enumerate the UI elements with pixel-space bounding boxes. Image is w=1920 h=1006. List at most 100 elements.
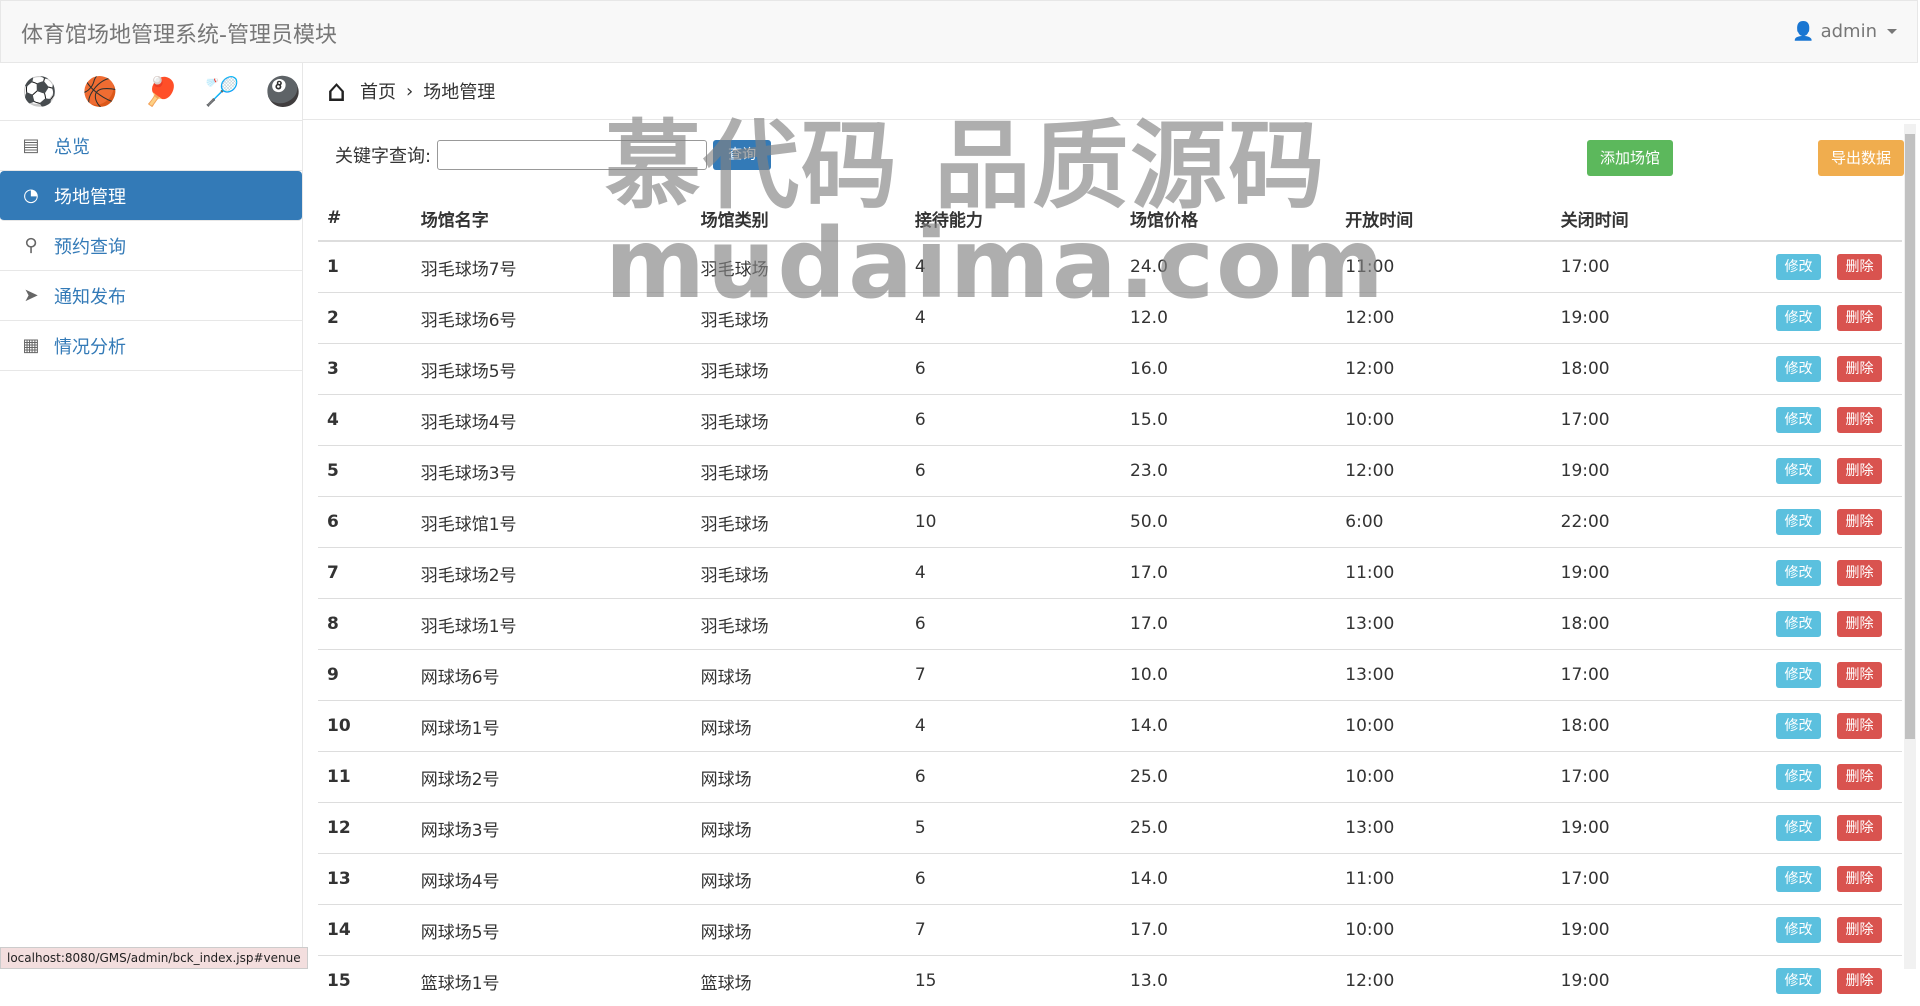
scrollbar[interactable] (1904, 124, 1916, 969)
delete-button[interactable]: 删除 (1837, 254, 1882, 280)
delete-button[interactable]: 删除 (1837, 764, 1882, 790)
cell-name: 网球场1号 (412, 701, 692, 752)
cell-close: 19:00 (1552, 803, 1767, 854)
cell-index: 11 (318, 752, 412, 803)
cell-open: 12:00 (1336, 446, 1551, 497)
sidebar-item-overview[interactable]: ▤ 总览 (0, 121, 302, 171)
cell-capacity: 10 (906, 497, 1121, 548)
cell-price: 25.0 (1121, 803, 1336, 854)
delete-button[interactable]: 删除 (1837, 305, 1882, 331)
edit-button[interactable]: 修改 (1776, 254, 1821, 280)
basketball-icon[interactable]: 🏀 (83, 78, 118, 106)
cell-actions: 修改删除 (1767, 241, 1902, 293)
cell-open: 12:00 (1336, 293, 1551, 344)
edit-button[interactable]: 修改 (1776, 866, 1821, 892)
edit-button[interactable]: 修改 (1776, 305, 1821, 331)
delete-button[interactable]: 删除 (1837, 458, 1882, 484)
cell-close: 19:00 (1552, 446, 1767, 497)
cell-price: 10.0 (1121, 650, 1336, 701)
query-bar: 关键字查询: 查询 (335, 140, 771, 170)
home-icon[interactable]: ⌂ (327, 74, 346, 109)
cell-name: 网球场2号 (412, 752, 692, 803)
cell-type: 网球场 (692, 752, 906, 803)
cell-open: 13:00 (1336, 803, 1551, 854)
cell-close: 17:00 (1552, 854, 1767, 905)
query-button[interactable]: 查询 (713, 140, 771, 170)
venue-table: # 场馆名字 场馆类别 接待能力 场馆价格 开放时间 关闭时间 1羽毛球场7号羽… (318, 196, 1902, 1006)
dashboard-icon: ◔ (20, 185, 42, 206)
cell-close: 17:00 (1552, 241, 1767, 293)
table-row: 11网球场2号网球场625.010:0017:00修改删除 (318, 752, 1902, 803)
cell-type: 网球场 (692, 650, 906, 701)
table-header-row: # 场馆名字 场馆类别 接待能力 场馆价格 开放时间 关闭时间 (318, 196, 1902, 241)
cell-type: 羽毛球场 (692, 293, 906, 344)
edit-button[interactable]: 修改 (1776, 815, 1821, 841)
cell-index: 12 (318, 803, 412, 854)
cell-price: 17.0 (1121, 599, 1336, 650)
delete-button[interactable]: 删除 (1837, 407, 1882, 433)
user-menu[interactable]: 👤 admin (1792, 21, 1897, 42)
edit-button[interactable]: 修改 (1776, 560, 1821, 586)
cell-open: 6:00 (1336, 497, 1551, 548)
edit-button[interactable]: 修改 (1776, 968, 1821, 994)
edit-button[interactable]: 修改 (1776, 662, 1821, 688)
cell-open: 11:00 (1336, 548, 1551, 599)
badminton-icon[interactable]: 🏸 (205, 78, 240, 106)
billiards-icon[interactable]: 🎱 (266, 78, 301, 106)
breadcrumb-home[interactable]: 首页 (360, 78, 396, 104)
edit-button[interactable]: 修改 (1776, 407, 1821, 433)
sidebar-item-notice[interactable]: ➤ 通知发布 (0, 271, 302, 321)
cell-open: 11:00 (1336, 241, 1551, 293)
soccer-icon[interactable]: ⚽ (22, 78, 57, 106)
delete-button[interactable]: 删除 (1837, 968, 1882, 994)
keyword-input[interactable] (437, 140, 707, 170)
sidebar-item-label: 场地管理 (54, 183, 126, 209)
cell-type: 羽毛球场 (692, 548, 906, 599)
scrollbar-thumb[interactable] (1905, 134, 1915, 739)
cell-actions: 修改删除 (1767, 599, 1902, 650)
edit-button[interactable]: 修改 (1776, 458, 1821, 484)
delete-button[interactable]: 删除 (1837, 611, 1882, 637)
cell-price: 17.0 (1121, 548, 1336, 599)
user-icon: 👤 (1792, 21, 1814, 42)
cell-actions: 修改删除 (1767, 344, 1902, 395)
cell-capacity: 7 (906, 650, 1121, 701)
edit-button[interactable]: 修改 (1776, 713, 1821, 739)
cell-price: 24.0 (1121, 241, 1336, 293)
delete-button[interactable]: 删除 (1837, 917, 1882, 943)
cell-type: 羽毛球场 (692, 395, 906, 446)
status-bar-url: localhost:8080/GMS/admin/bck_index.jsp#v… (0, 947, 308, 969)
table-row: 1羽毛球场7号羽毛球场424.011:0017:00修改删除 (318, 241, 1902, 293)
cell-price: 50.0 (1121, 497, 1336, 548)
cell-name: 网球场4号 (412, 854, 692, 905)
delete-button[interactable]: 删除 (1837, 509, 1882, 535)
app-title[interactable]: 体育馆场地管理系统-管理员模块 (21, 17, 337, 49)
add-venue-button[interactable]: 添加场馆 (1587, 140, 1673, 176)
cell-index: 9 (318, 650, 412, 701)
delete-button[interactable]: 删除 (1837, 866, 1882, 892)
edit-button[interactable]: 修改 (1776, 356, 1821, 382)
delete-button[interactable]: 删除 (1837, 662, 1882, 688)
edit-button[interactable]: 修改 (1776, 764, 1821, 790)
sidebar-item-booking-query[interactable]: ⚲ 预约查询 (0, 221, 302, 271)
delete-button[interactable]: 删除 (1837, 815, 1882, 841)
delete-button[interactable]: 删除 (1837, 356, 1882, 382)
col-capacity: 接待能力 (906, 196, 1121, 241)
sidebar-item-label: 情况分析 (54, 333, 126, 359)
edit-button[interactable]: 修改 (1776, 917, 1821, 943)
sidebar-item-venue-management[interactable]: ◔ 场地管理 (0, 171, 302, 221)
cell-actions: 修改删除 (1767, 497, 1902, 548)
edit-button[interactable]: 修改 (1776, 509, 1821, 535)
sidebar-item-analysis[interactable]: ▦ 情况分析 (0, 321, 302, 371)
search-icon: ⚲ (20, 235, 42, 256)
delete-button[interactable]: 删除 (1837, 560, 1882, 586)
edit-button[interactable]: 修改 (1776, 611, 1821, 637)
cell-name: 羽毛球馆1号 (412, 497, 692, 548)
delete-button[interactable]: 删除 (1837, 713, 1882, 739)
user-name: admin (1821, 21, 1877, 42)
export-data-button[interactable]: 导出数据 (1818, 140, 1904, 176)
cell-open: 10:00 (1336, 395, 1551, 446)
cell-close: 18:00 (1552, 599, 1767, 650)
cell-index: 14 (318, 905, 412, 956)
table-tennis-icon[interactable]: 🏓 (144, 78, 179, 106)
